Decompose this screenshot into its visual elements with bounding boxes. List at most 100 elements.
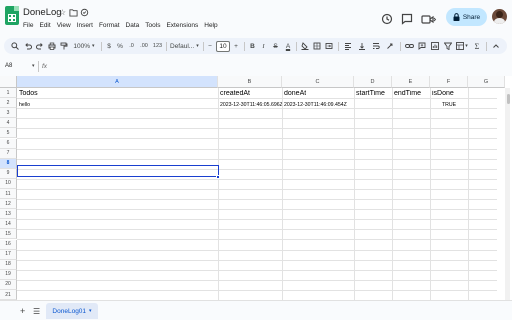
strikethrough-button[interactable]: S (271, 38, 280, 54)
font-family-select[interactable]: Defaul... ▾ (170, 38, 200, 54)
cell-d1[interactable]: startTime (356, 90, 385, 97)
undo-icon[interactable] (23, 38, 33, 54)
fill-color-icon[interactable] (300, 38, 310, 54)
column-header-c[interactable]: C (282, 76, 354, 88)
row-header-1[interactable]: 1 (0, 88, 17, 98)
insert-chart-icon[interactable] (430, 38, 440, 54)
add-sheet-icon[interactable]: + (20, 306, 25, 316)
row-header-2[interactable]: 2 (0, 98, 17, 109)
menu-tools[interactable]: Tools (145, 22, 160, 29)
row-header-14[interactable]: 14 (0, 219, 17, 230)
comments-icon[interactable] (401, 12, 413, 25)
column-header-f[interactable]: F (430, 76, 468, 88)
text-wrapping-icon[interactable] (370, 38, 382, 54)
spreadsheet-grid[interactable]: A B C D E F G 1 2 3 4 5 6 7 8 9 10 11 12 13 14 15 16 17 1… (0, 76, 512, 300)
cell-f2[interactable]: TRUE (430, 102, 468, 108)
column-header-d[interactable]: D (354, 76, 392, 88)
formula-input[interactable] (52, 61, 502, 72)
cell-a2[interactable]: hello (19, 102, 30, 108)
cell-b2[interactable]: 2023-12-30T11:46:05.696Z (220, 102, 282, 108)
menu-format[interactable]: Format (99, 22, 120, 29)
column-header-e[interactable]: E (392, 76, 430, 88)
share-button[interactable]: Share (446, 8, 487, 26)
row-header-20[interactable]: 20 (0, 279, 17, 290)
decrease-font-size-button[interactable]: − (206, 38, 214, 54)
row-header-15[interactable]: 15 (0, 229, 17, 240)
select-all-corner[interactable] (0, 76, 17, 88)
cell-e1[interactable]: endTime (394, 90, 421, 97)
cell-a1[interactable]: Todos (19, 90, 38, 97)
row-header-13[interactable]: 13 (0, 209, 17, 220)
vertical-scrollbar[interactable] (505, 88, 510, 300)
row-header-19[interactable]: 19 (0, 269, 17, 280)
collapse-toolbar-icon[interactable] (491, 38, 501, 54)
row-header-5[interactable]: 5 (0, 128, 17, 139)
increase-font-size-button[interactable]: + (232, 38, 240, 54)
move-folder-icon[interactable] (69, 8, 78, 17)
chevron-down-icon[interactable]: ▾ (32, 63, 35, 69)
borders-icon[interactable] (312, 38, 322, 54)
paint-format-icon[interactable] (59, 38, 69, 54)
menu-file[interactable]: File (23, 22, 33, 29)
font-size-input[interactable]: 10 (216, 41, 230, 52)
all-sheets-icon[interactable]: ☰ (33, 307, 40, 316)
italic-button[interactable]: I (259, 38, 268, 54)
row-header-9[interactable]: 9 (0, 168, 17, 179)
menu-extensions[interactable]: Extensions (166, 22, 198, 29)
row-header-8[interactable]: 8 (0, 158, 17, 169)
cloud-status-icon[interactable] (80, 8, 89, 17)
percent-button[interactable]: % (116, 38, 124, 54)
menu-view[interactable]: View (57, 22, 71, 29)
filter-icon[interactable] (443, 38, 453, 54)
sheet-tab-donelog01[interactable]: DoneLog01 ▾ (46, 303, 98, 319)
number-format-button[interactable]: 123 (152, 38, 163, 54)
insert-link-icon[interactable] (404, 38, 414, 54)
scrollbar-thumb[interactable] (507, 94, 510, 104)
selected-cell[interactable] (17, 165, 219, 177)
star-icon[interactable]: ☆ (58, 8, 67, 17)
fill-handle[interactable] (216, 175, 220, 179)
row-header-7[interactable]: 7 (0, 148, 17, 159)
meet-icon[interactable] (421, 12, 437, 24)
avatar[interactable] (492, 9, 507, 24)
row-header-10[interactable]: 10 (0, 178, 17, 189)
name-box[interactable]: A8 (5, 63, 12, 69)
row-header-12[interactable]: 12 (0, 199, 17, 210)
cell-f1[interactable]: isDone (432, 90, 454, 97)
print-icon[interactable] (47, 38, 57, 54)
zoom-select[interactable]: 100% ▾ (73, 38, 95, 54)
column-header-a[interactable]: A (17, 76, 218, 88)
menu-data[interactable]: Data (126, 22, 140, 29)
cell-c2[interactable]: 2023-12-30T11:46:09.454Z (284, 102, 354, 108)
row-header-3[interactable]: 3 (0, 108, 17, 119)
insert-comment-icon[interactable] (417, 38, 427, 54)
cell-b1[interactable]: createdAt (220, 90, 250, 97)
redo-icon[interactable] (35, 38, 45, 54)
merge-cells-icon[interactable] (324, 38, 334, 54)
increase-decimal-button[interactable]: .00 (138, 38, 150, 54)
decrease-decimal-button[interactable]: .0 (127, 38, 136, 54)
row-header-21[interactable]: 21 (0, 290, 17, 300)
column-header-b[interactable]: B (218, 76, 282, 88)
horizontal-align-icon[interactable] (342, 38, 354, 54)
text-color-button[interactable]: A (283, 38, 293, 54)
column-header-g[interactable]: G (468, 76, 505, 88)
sheets-logo-icon[interactable] (5, 6, 19, 25)
row-header-18[interactable]: 18 (0, 259, 17, 270)
search-menus-icon[interactable] (10, 38, 20, 54)
menu-edit[interactable]: Edit (39, 22, 50, 29)
functions-icon[interactable]: Σ (472, 38, 482, 54)
vertical-align-icon[interactable] (356, 38, 368, 54)
row-header-11[interactable]: 11 (0, 189, 17, 199)
row-header-6[interactable]: 6 (0, 138, 17, 149)
row-header-16[interactable]: 16 (0, 239, 17, 250)
currency-icon[interactable]: $ (105, 38, 113, 54)
bold-button[interactable]: B (248, 38, 257, 54)
menu-help[interactable]: Help (204, 22, 217, 29)
menu-insert[interactable]: Insert (77, 22, 93, 29)
filter-views-icon[interactable]: ▾ (455, 38, 469, 54)
row-header-17[interactable]: 17 (0, 249, 17, 260)
row-header-4[interactable]: 4 (0, 118, 17, 129)
cell-c1[interactable]: doneAt (284, 90, 306, 97)
document-title[interactable]: DoneLog (23, 7, 62, 18)
